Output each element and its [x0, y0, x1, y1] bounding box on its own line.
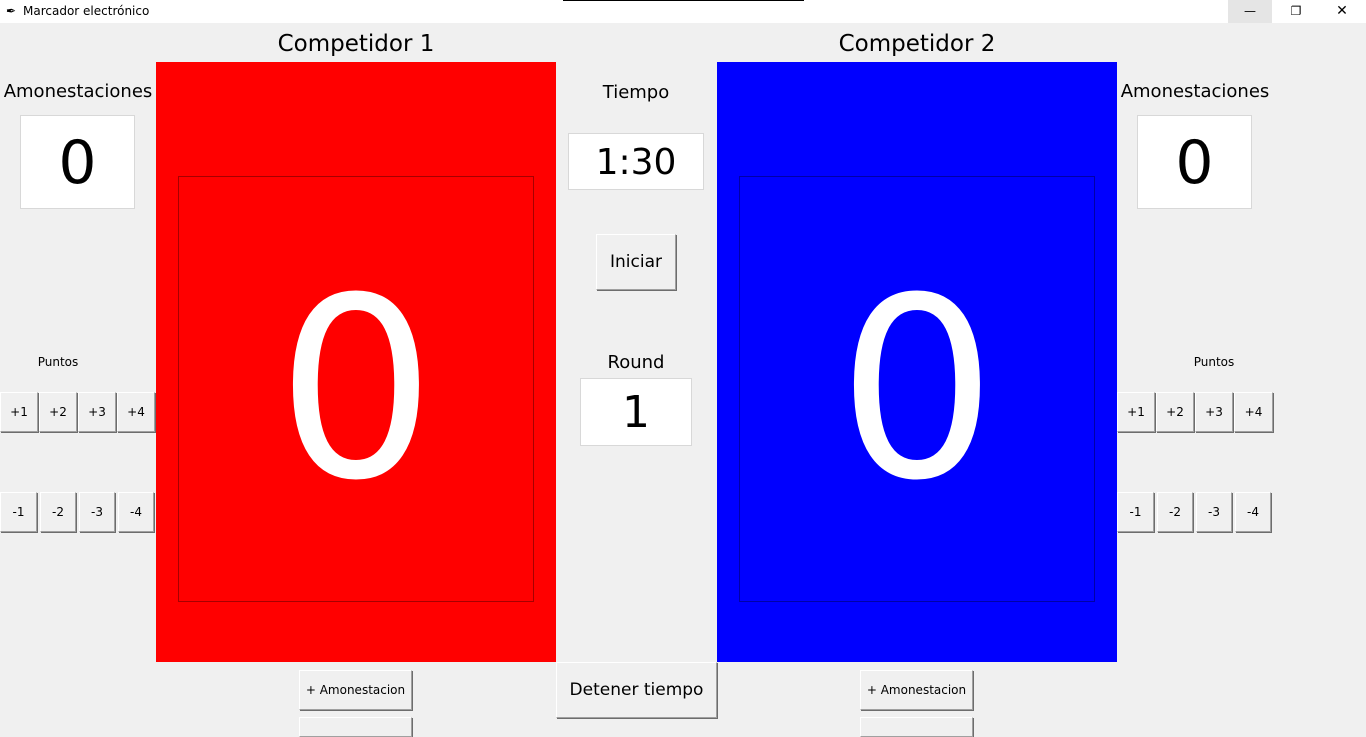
- competitor2-score-frame: 0: [739, 176, 1095, 602]
- competitor1-sub-3-button[interactable]: -3: [79, 492, 115, 532]
- restore-button[interactable]: ❐: [1274, 0, 1318, 23]
- competitor2-warnings-count: 0: [1137, 115, 1252, 209]
- competitor1-add-3-button[interactable]: +3: [78, 392, 116, 432]
- competitor2-sub-2-button[interactable]: -2: [1157, 492, 1193, 532]
- competitor1-add-warning-button[interactable]: + Amonestacion: [299, 670, 412, 710]
- competitor2-points-label: Puntos: [1193, 355, 1235, 369]
- minimize-button[interactable]: —: [1228, 0, 1272, 23]
- competitor2-name: Competidor 2: [838, 31, 996, 57]
- competitor1-sub-2-button[interactable]: -2: [40, 492, 76, 532]
- time-label: Tiempo: [602, 82, 670, 103]
- competitor2-add-4-button[interactable]: +4: [1234, 392, 1273, 432]
- competitor1-points-label: Puntos: [37, 355, 79, 369]
- competitor1-add-1-button[interactable]: +1: [0, 392, 38, 432]
- competitor1-score-frame: 0: [178, 176, 534, 602]
- competitor1-sub-4-button[interactable]: -4: [118, 492, 154, 532]
- round-display: 1: [580, 378, 692, 446]
- start-button[interactable]: Iniciar: [596, 234, 676, 290]
- competitor1-add-4-button[interactable]: +4: [117, 392, 155, 432]
- competitor1-warnings-count: 0: [20, 115, 135, 209]
- competitor2-add-3-button[interactable]: +3: [1195, 392, 1233, 432]
- title-bar-strip: [563, 0, 804, 1]
- competitor1-sub-1-button[interactable]: -1: [0, 492, 37, 532]
- competitor1-score: 0: [276, 244, 436, 535]
- round-label: Round: [607, 352, 665, 373]
- competitor2-sub-3-button[interactable]: -3: [1196, 492, 1232, 532]
- competitor2-add-1-button[interactable]: +1: [1117, 392, 1155, 432]
- minimize-icon: —: [1244, 4, 1256, 18]
- competitor2-score: 0: [837, 244, 997, 535]
- competitor1-score-panel: 0: [156, 62, 556, 662]
- competitor1-extra-button[interactable]: [299, 717, 412, 737]
- competitor2-warnings-label: Amonestaciones: [1120, 81, 1270, 102]
- competitor1-name: Competidor 1: [277, 31, 435, 57]
- time-display: 1:30: [568, 133, 704, 190]
- close-button[interactable]: ✕: [1320, 0, 1364, 23]
- competitor1-warnings-label: Amonestaciones: [3, 81, 153, 102]
- competitor2-extra-button[interactable]: [860, 717, 973, 737]
- stop-time-button[interactable]: Detener tiempo: [556, 662, 717, 718]
- competitor1-add-2-button[interactable]: +2: [39, 392, 77, 432]
- close-icon: ✕: [1336, 3, 1348, 19]
- competitor2-sub-4-button[interactable]: -4: [1235, 492, 1271, 532]
- title-bar: ✒ Marcador electrónico — ❐ ✕: [0, 0, 1366, 23]
- competitor2-add-2-button[interactable]: +2: [1156, 392, 1194, 432]
- competitor2-sub-1-button[interactable]: -1: [1117, 492, 1154, 532]
- feather-icon: ✒: [5, 4, 17, 18]
- competitor2-add-warning-button[interactable]: + Amonestacion: [860, 670, 973, 710]
- competitor2-score-panel: 0: [717, 62, 1117, 662]
- window-title: Marcador electrónico: [23, 4, 150, 18]
- restore-icon: ❐: [1290, 4, 1302, 18]
